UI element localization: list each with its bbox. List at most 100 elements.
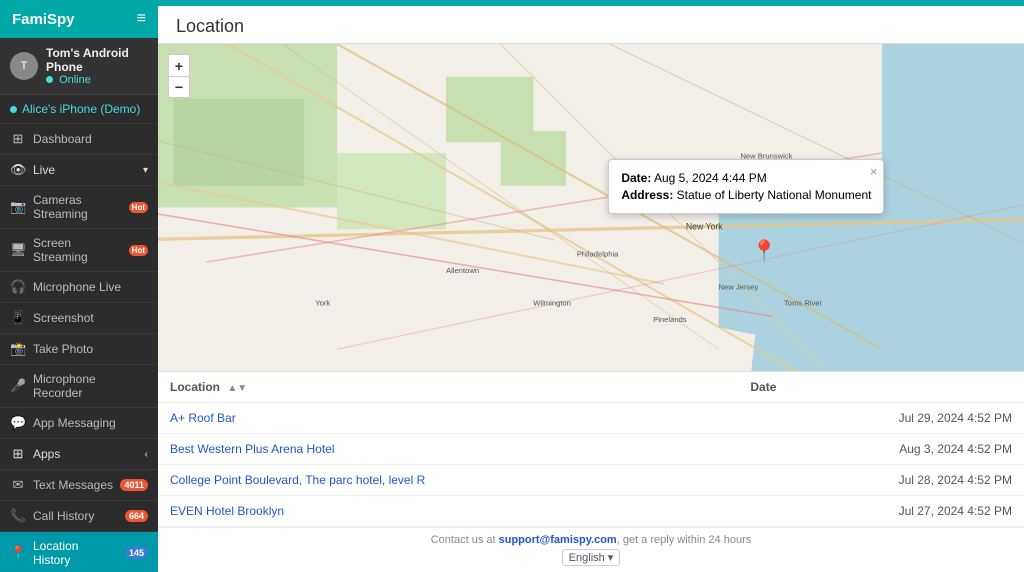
sidebar-item-screen[interactable]: 🖥 Screen Streaming Hot <box>0 229 158 272</box>
page-title: Location <box>158 6 1024 44</box>
eye-icon: 👁 <box>10 162 26 178</box>
cameras-label: Cameras Streaming <box>33 193 122 221</box>
app-title: FamiSpy <box>12 11 75 28</box>
location-link[interactable]: Best Western Plus Arena Hotel <box>170 442 335 456</box>
popup-date-row: Date: Aug 5, 2024 4:44 PM <box>621 171 871 185</box>
table-row: A+ Roof Bar Jul 29, 2024 4:52 PM <box>158 403 1024 434</box>
app-messaging-label: App Messaging <box>33 416 148 430</box>
date-cell: Jul 29, 2024 4:52 PM <box>738 403 1024 434</box>
location-icon: 📍 <box>10 545 26 561</box>
zoom-out-button[interactable]: − <box>168 76 190 98</box>
text-messages-label: Text Messages <box>33 478 113 492</box>
popup-date-label: Date: <box>621 171 651 185</box>
svg-text:New York: New York <box>686 221 723 231</box>
svg-text:York: York <box>315 299 330 308</box>
popup-address-value: Statue of Liberty National Monument <box>677 188 872 202</box>
popup-close-button[interactable]: × <box>870 164 878 179</box>
sidebar-item-live[interactable]: 👁 Live ▾ <box>0 155 158 186</box>
cameras-badge: Hot <box>129 202 148 213</box>
sidebar-item-microphone-recorder[interactable]: 🎤 Microphone Recorder <box>0 365 158 408</box>
date-cell: Jul 27, 2024 4:52 PM <box>738 496 1024 527</box>
live-label: Live <box>33 163 136 177</box>
sidebar-item-dashboard[interactable]: ⊞ Dashboard <box>0 124 158 155</box>
col-header-location[interactable]: Location ▲▼ <box>158 372 738 403</box>
chevron-left-icon: ‹ <box>145 449 148 460</box>
screen-label: Screen Streaming <box>33 236 122 264</box>
status-text: Online <box>59 74 91 86</box>
screen-badge: Hot <box>129 245 148 256</box>
apps-icon: ⊞ <box>10 446 26 462</box>
map-area[interactable]: New York Philadelphia Long Island Allent… <box>158 44 1024 371</box>
date-cell: Jul 28, 2024 4:52 PM <box>738 465 1024 496</box>
sidebar-item-take-photo[interactable]: 📸 Take Photo <box>0 334 158 365</box>
map-pin[interactable]: 📍 <box>750 239 777 265</box>
map-background: New York Philadelphia Long Island Allent… <box>158 44 1024 371</box>
take-photo-label: Take Photo <box>33 342 148 356</box>
svg-text:Allentown: Allentown <box>446 266 479 275</box>
screenshot-label: Screenshot <box>33 311 148 325</box>
location-badge: 145 <box>125 547 148 559</box>
svg-text:Wilmington: Wilmington <box>533 299 571 308</box>
sidebar-item-call-history[interactable]: 📞 Call History 664 <box>0 501 158 532</box>
sort-icon: ▲▼ <box>227 383 247 394</box>
svg-text:Toms River: Toms River <box>784 299 823 308</box>
language-selector[interactable]: English ▾ <box>562 549 621 566</box>
col-header-date[interactable]: Date <box>738 372 1024 403</box>
microphone-recorder-label: Microphone Recorder <box>33 372 148 400</box>
location-link[interactable]: EVEN Hotel Brooklyn <box>170 504 284 518</box>
table-row: EVEN Hotel Brooklyn Jul 27, 2024 4:52 PM <box>158 496 1024 527</box>
footer-prefix: Contact us at <box>431 534 499 546</box>
headphone-icon: 🎧 <box>10 279 26 295</box>
main-content: Location <box>158 0 1024 572</box>
device-section: T Tom's Android Phone Online <box>0 38 158 95</box>
sidebar-item-app-messaging[interactable]: 💬 App Messaging <box>0 408 158 439</box>
table-header-row: Location ▲▼ Date <box>158 372 1024 403</box>
footer-text: Contact us at support@famispy.com, get a… <box>170 534 1012 546</box>
sidebar-header: FamiSpy ≡ <box>0 0 158 38</box>
footer: Contact us at support@famispy.com, get a… <box>158 527 1024 572</box>
device-status: Online <box>46 74 148 86</box>
call-badge: 664 <box>125 510 148 522</box>
apps-label: Apps <box>33 447 138 461</box>
zoom-in-button[interactable]: + <box>168 54 190 76</box>
footer-suffix: , get a reply within 24 hours <box>617 534 752 546</box>
location-table: Location ▲▼ Date A+ Roof Bar Jul 29, 202… <box>158 372 1024 527</box>
sidebar-item-location-history[interactable]: 📍 Location History 145 <box>0 532 158 572</box>
location-link[interactable]: College Point Boulevard, The parc hotel,… <box>170 473 425 487</box>
sidebar-item-cameras[interactable]: 📷 Cameras Streaming Hot <box>0 186 158 229</box>
alice-label: Alice's iPhone (Demo) <box>22 102 140 116</box>
sidebar-item-screenshot[interactable]: 📱 Screenshot <box>0 303 158 334</box>
chat-icon: 💬 <box>10 415 26 431</box>
text-badge: 4011 <box>120 479 148 491</box>
svg-text:Philadelphia: Philadelphia <box>577 250 619 259</box>
location-link[interactable]: A+ Roof Bar <box>170 411 236 425</box>
phone-icon: 📞 <box>10 508 26 524</box>
alice-dot <box>10 106 17 113</box>
popup-address-label: Address: <box>621 188 673 202</box>
svg-text:New Jersey: New Jersey <box>719 282 759 291</box>
location-cell: EVEN Hotel Brooklyn <box>158 496 738 527</box>
sidebar-item-apps[interactable]: ⊞ Apps ‹ <box>0 439 158 470</box>
chevron-down-icon: ▾ <box>143 165 148 176</box>
sms-icon: ✉ <box>10 477 26 493</box>
dashboard-label: Dashboard <box>33 132 148 146</box>
location-table-wrapper: Location ▲▼ Date A+ Roof Bar Jul 29, 202… <box>158 371 1024 527</box>
dashboard-icon: ⊞ <box>10 131 26 147</box>
device-info: Tom's Android Phone Online <box>46 46 148 86</box>
location-cell: Best Western Plus Arena Hotel <box>158 434 738 465</box>
location-cell: College Point Boulevard, The parc hotel,… <box>158 465 738 496</box>
photo-icon: 📸 <box>10 341 26 357</box>
popup-address-row: Address: Statue of Liberty National Monu… <box>621 188 871 202</box>
hamburger-icon[interactable]: ≡ <box>137 10 146 28</box>
alice-section[interactable]: Alice's iPhone (Demo) <box>0 95 158 124</box>
location-history-label: Location History <box>33 539 118 567</box>
sidebar-item-text-messages[interactable]: ✉ Text Messages 4011 <box>0 470 158 501</box>
footer-email[interactable]: support@famispy.com <box>499 534 617 546</box>
screen-icon: 🖥 <box>10 242 26 258</box>
camera-icon: 📷 <box>10 199 26 215</box>
sidebar-item-microphone-live[interactable]: 🎧 Microphone Live <box>0 272 158 303</box>
avatar: T <box>10 52 38 80</box>
popup-date-value: Aug 5, 2024 4:44 PM <box>654 171 767 185</box>
table-row: College Point Boulevard, The parc hotel,… <box>158 465 1024 496</box>
microphone-live-label: Microphone Live <box>33 280 148 294</box>
